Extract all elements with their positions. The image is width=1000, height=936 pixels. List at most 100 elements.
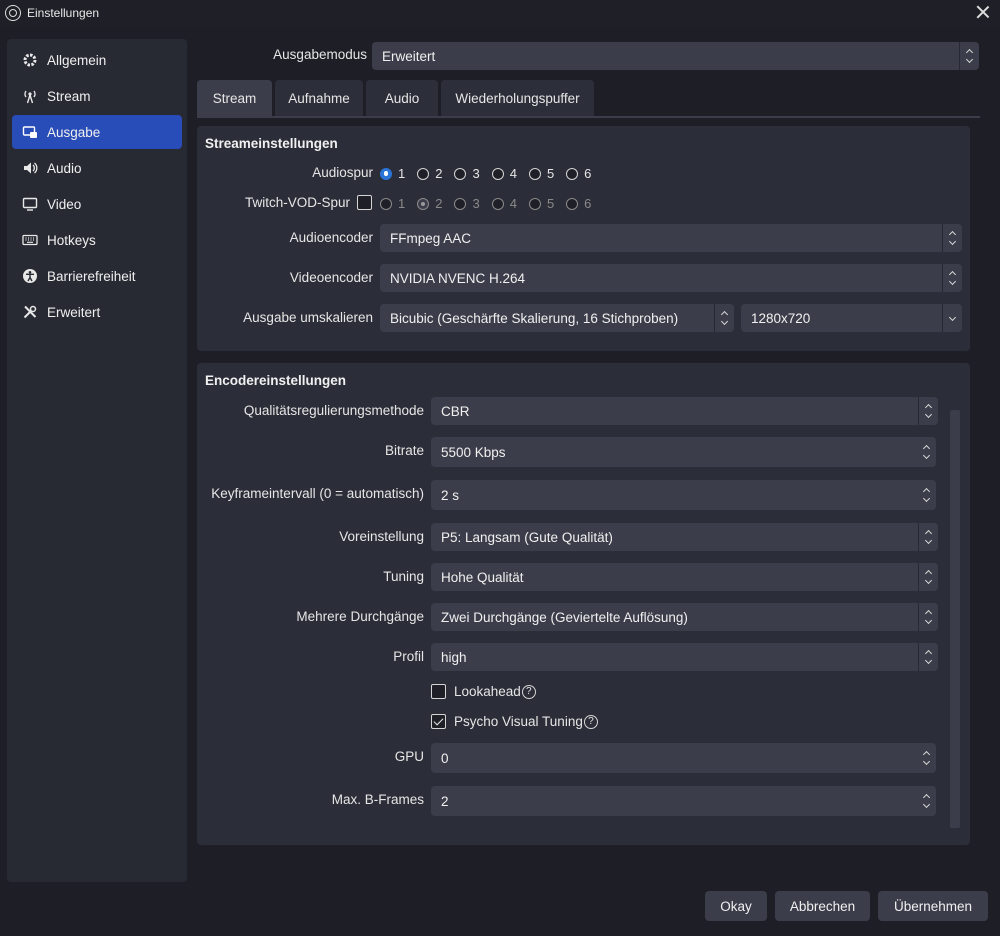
bitrate-label: Bitrate <box>384 443 424 458</box>
output-icon <box>21 123 39 141</box>
chevron-down-icon <box>942 304 962 332</box>
sidebar-item-stream[interactable]: Stream <box>12 79 182 113</box>
lookahead-label: Lookahead <box>454 684 521 699</box>
sidebar-item-label: Ausgabe <box>47 124 101 140</box>
bframes-spinbox[interactable]: 2 <box>431 786 936 816</box>
twitch-vod-checkbox[interactable] <box>357 195 372 210</box>
title-bar: Einstellungen <box>0 0 1000 26</box>
sidebar-item-audio[interactable]: Audio <box>12 151 182 185</box>
video-encoder-select[interactable]: NVIDIA NVENC H.264 <box>380 264 962 292</box>
lookahead-row: Lookahead ? <box>431 684 536 699</box>
encoder-settings-title: Encodereinstellungen <box>205 373 347 388</box>
sidebar-item-label: Stream <box>47 88 91 104</box>
audio-encoder-select[interactable]: FFmpeg AAC <box>380 224 962 252</box>
audio-track-radio-5[interactable] <box>528 167 541 180</box>
antenna-icon <box>21 87 39 105</box>
bframes-label: Max. B-Frames <box>331 792 424 807</box>
psycho-visual-checkbox[interactable] <box>431 714 446 729</box>
tools-icon <box>21 303 39 321</box>
video-encoder-label: Videoencoder <box>289 270 373 285</box>
stream-settings-title: Streameinstellungen <box>205 136 338 151</box>
close-icon[interactable] <box>974 3 992 21</box>
sidebar-item-video[interactable]: Video <box>12 187 182 221</box>
bitrate-spinbox[interactable]: 5500 Kbps <box>431 437 936 467</box>
ok-button[interactable]: Okay <box>705 891 767 921</box>
tab-stream[interactable]: Stream <box>197 80 272 116</box>
sidebar: Allgemein Stream Ausgabe Audio Video Hot… <box>7 39 187 882</box>
output-mode-select[interactable]: Erweitert <box>372 42 979 70</box>
chevron-updown-icon <box>918 563 938 591</box>
twitch-track-radio-1 <box>380 197 392 210</box>
stepper-arrows-icon[interactable] <box>916 437 936 467</box>
output-tabs: Stream Aufnahme Audio Wiederholungspuffe… <box>197 80 597 116</box>
lookahead-checkbox[interactable] <box>431 684 446 699</box>
output-mode-label: Ausgabemodus <box>273 47 367 62</box>
help-icon[interactable]: ? <box>521 684 536 699</box>
accessibility-icon <box>21 267 39 285</box>
apply-button[interactable]: Übernehmen <box>878 891 988 921</box>
rescale-label: Ausgabe umskalieren <box>243 310 373 325</box>
keyframe-spinbox[interactable]: 2 s <box>431 480 936 510</box>
audio-track-radio-3[interactable] <box>454 167 467 180</box>
profile-select[interactable]: high <box>431 643 938 671</box>
psycho-visual-label: Psycho Visual Tuning <box>454 714 583 729</box>
stepper-arrows-icon[interactable] <box>916 480 936 510</box>
rate-control-select[interactable]: CBR <box>431 397 938 425</box>
tuning-label: Tuning <box>383 569 424 584</box>
audio-encoder-label: Audioencoder <box>289 230 373 245</box>
tuning-select[interactable]: Hohe Qualität <box>431 563 938 591</box>
chevron-updown-icon <box>959 42 979 70</box>
audio-track-radio-6[interactable] <box>566 167 579 180</box>
audio-track-label: Audiospur <box>312 165 373 180</box>
multipass-select[interactable]: Zwei Durchgänge (Geviertelte Auflösung) <box>431 603 938 631</box>
sidebar-item-barrierefreiheit[interactable]: Barrierefreiheit <box>12 259 182 293</box>
twitch-track-radios: 1 2 3 4 5 6 <box>380 196 603 211</box>
gpu-label: GPU <box>394 749 424 764</box>
gpu-spinbox[interactable]: 0 <box>431 743 936 773</box>
preset-select[interactable]: P5: Langsam (Gute Qualität) <box>431 523 938 551</box>
profile-label: Profil <box>393 649 424 664</box>
chevron-updown-icon <box>942 224 962 252</box>
obs-logo-icon <box>5 5 21 21</box>
audio-track-radio-4[interactable] <box>491 167 504 180</box>
sidebar-item-allgemein[interactable]: Allgemein <box>12 43 182 77</box>
twitch-track-radio-5 <box>528 197 541 210</box>
sidebar-item-label: Allgemein <box>47 52 107 68</box>
chevron-updown-icon <box>918 397 938 425</box>
speaker-icon <box>21 159 39 177</box>
keyboard-icon <box>21 231 39 249</box>
audio-track-radio-2[interactable] <box>417 167 430 180</box>
sidebar-item-hotkeys[interactable]: Hotkeys <box>12 223 182 257</box>
stepper-arrows-icon[interactable] <box>916 786 936 816</box>
stepper-arrows-icon[interactable] <box>916 743 936 773</box>
tab-wiederholungspuffer[interactable]: Wiederholungspuffer <box>441 80 594 116</box>
sidebar-item-label: Erweitert <box>47 304 101 320</box>
chevron-updown-icon <box>918 523 938 551</box>
sidebar-item-label: Hotkeys <box>47 232 96 248</box>
psycho-visual-row: Psycho Visual Tuning ? <box>431 714 598 729</box>
sidebar-item-ausgabe[interactable]: Ausgabe <box>12 115 182 149</box>
rate-control-label: Qualitätsregulierungsmethode <box>243 403 424 418</box>
monitor-icon <box>21 195 39 213</box>
tab-aufnahme[interactable]: Aufnahme <box>275 80 363 116</box>
help-icon[interactable]: ? <box>583 714 598 729</box>
twitch-track-radio-4 <box>491 197 504 210</box>
encoder-scrollbar[interactable] <box>950 410 960 828</box>
twitch-track-radio-2 <box>417 197 430 210</box>
chevron-updown-icon <box>918 603 938 631</box>
rescale-filter-select[interactable]: Bicubic (Geschärfte Skalierung, 16 Stich… <box>380 304 734 332</box>
cancel-button[interactable]: Abbrechen <box>775 891 870 921</box>
audio-track-radio-1[interactable] <box>380 167 392 180</box>
gear-icon <box>21 51 39 69</box>
sidebar-item-label: Barrierefreiheit <box>47 268 136 284</box>
audio-track-radios: 1 2 3 4 5 6 <box>380 166 603 181</box>
tab-audio[interactable]: Audio <box>366 80 438 116</box>
chevron-updown-icon <box>714 304 734 332</box>
keyframe-label: Keyframeintervall (0 = automatisch) <box>211 486 424 501</box>
sidebar-item-erweitert[interactable]: Erweitert <box>12 295 182 329</box>
tab-divider <box>197 116 980 118</box>
rescale-resolution-combo[interactable]: 1280x720 <box>741 304 962 332</box>
chevron-updown-icon <box>942 264 962 292</box>
sidebar-item-label: Video <box>47 196 82 212</box>
twitch-vod-label: Twitch-VOD-Spur <box>244 195 350 210</box>
